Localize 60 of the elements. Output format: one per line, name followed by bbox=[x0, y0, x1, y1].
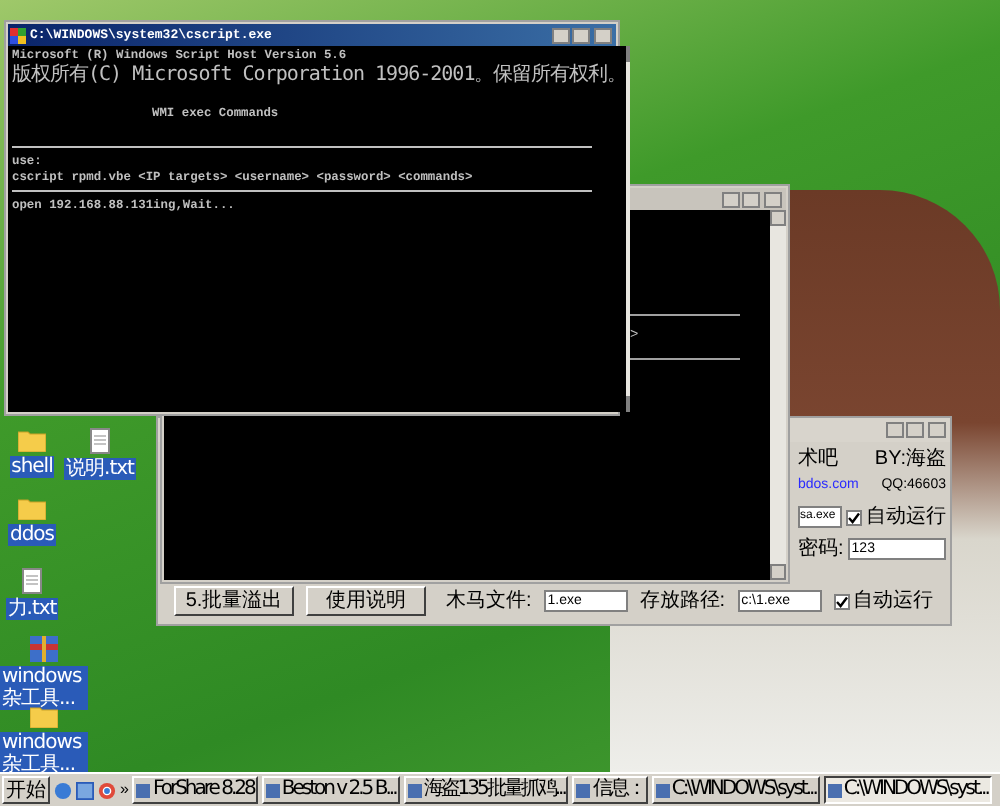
desktop-icon-label[interactable]: windows 杂工具... bbox=[0, 666, 88, 710]
taskbar-button[interactable]: C:\WINDOWS\syst... bbox=[651, 776, 820, 804]
app-icon bbox=[655, 783, 670, 797]
folder-icon bbox=[18, 496, 46, 520]
close-button[interactable] bbox=[594, 27, 612, 43]
field-label: 密码: bbox=[798, 538, 844, 560]
field-label: 存放路径: bbox=[639, 590, 726, 612]
taskbar-button-label: C:\WINDOWS\syst... bbox=[671, 780, 816, 800]
maximize-button[interactable] bbox=[572, 27, 590, 43]
author-text: 术吧 bbox=[798, 448, 838, 470]
author-text: BY:海盗 bbox=[874, 448, 946, 470]
taskbar-button[interactable]: Beston v 2.5 B... bbox=[261, 776, 400, 804]
app-icon bbox=[827, 783, 842, 797]
console-text: 版权所有(C) Microsoft Corporation 1996-2001。保留所有权利。 bbox=[12, 63, 627, 85]
checkmark-icon bbox=[848, 511, 860, 523]
taskbar-button-label: ForShare 8.28 bbox=[152, 780, 254, 800]
action-button[interactable]: 5.批量溢出 bbox=[174, 586, 294, 616]
minimize-button[interactable] bbox=[722, 191, 740, 207]
maximize-button[interactable] bbox=[906, 422, 924, 438]
desktop-icon-label[interactable]: windows 杂工具... bbox=[0, 732, 88, 776]
app-icon bbox=[407, 783, 422, 797]
desktop-icon-label[interactable]: 说明.txt bbox=[64, 458, 136, 480]
folder-icon bbox=[30, 704, 58, 728]
text-file-icon bbox=[90, 428, 110, 454]
desktop-icon-label[interactable]: ddos bbox=[7, 524, 57, 546]
close-button[interactable] bbox=[764, 191, 782, 207]
desktop-icon-label[interactable]: shell bbox=[9, 456, 55, 478]
checkmark-icon bbox=[835, 595, 848, 607]
taskbar-button[interactable]: 海盗135批量抓鸡... bbox=[403, 776, 569, 804]
taskbar-button-label: 海盗135批量抓鸡... bbox=[423, 780, 565, 800]
checkbox[interactable] bbox=[833, 593, 850, 609]
action-button[interactable]: 使用说明 bbox=[306, 586, 426, 616]
checkbox-label: 自动运行 bbox=[866, 506, 946, 528]
app-icon bbox=[576, 783, 591, 797]
taskbar-button-label: Beston v 2.5 B... bbox=[281, 780, 396, 800]
scrollbar[interactable] bbox=[626, 46, 631, 412]
taskbar-button[interactable]: 信息： bbox=[572, 776, 648, 804]
console-icon bbox=[10, 27, 26, 43]
folder-icon bbox=[18, 428, 46, 452]
taskbar-button[interactable]: C:\WINDOWS\syst... bbox=[823, 776, 992, 804]
app-icon bbox=[136, 783, 151, 797]
archive-icon bbox=[30, 636, 58, 662]
checkbox[interactable] bbox=[846, 509, 862, 525]
window-icon[interactable] bbox=[76, 781, 94, 799]
minimize-button[interactable] bbox=[886, 422, 904, 438]
app-icon bbox=[265, 783, 280, 797]
minimize-button[interactable] bbox=[552, 27, 570, 43]
start-button[interactable]: 开始 bbox=[2, 776, 50, 804]
desktop-icon-label[interactable]: 力.txt bbox=[5, 598, 59, 620]
taskbar-button-label: C:\WINDOWS\syst... bbox=[843, 780, 988, 800]
checkbox-label: 自动运行 bbox=[853, 590, 934, 612]
text-file-icon bbox=[22, 568, 42, 594]
field-label: 木马文件: bbox=[446, 590, 532, 612]
taskbar-button-label: 信息： bbox=[592, 780, 644, 800]
scrollbar[interactable] bbox=[770, 210, 786, 580]
maximize-button[interactable] bbox=[742, 191, 760, 207]
more-chevron[interactable]: » bbox=[120, 780, 129, 800]
taskbar-button[interactable]: ForShare 8.28 bbox=[132, 776, 258, 804]
close-button[interactable] bbox=[928, 422, 946, 438]
browser-icon[interactable] bbox=[98, 781, 116, 799]
